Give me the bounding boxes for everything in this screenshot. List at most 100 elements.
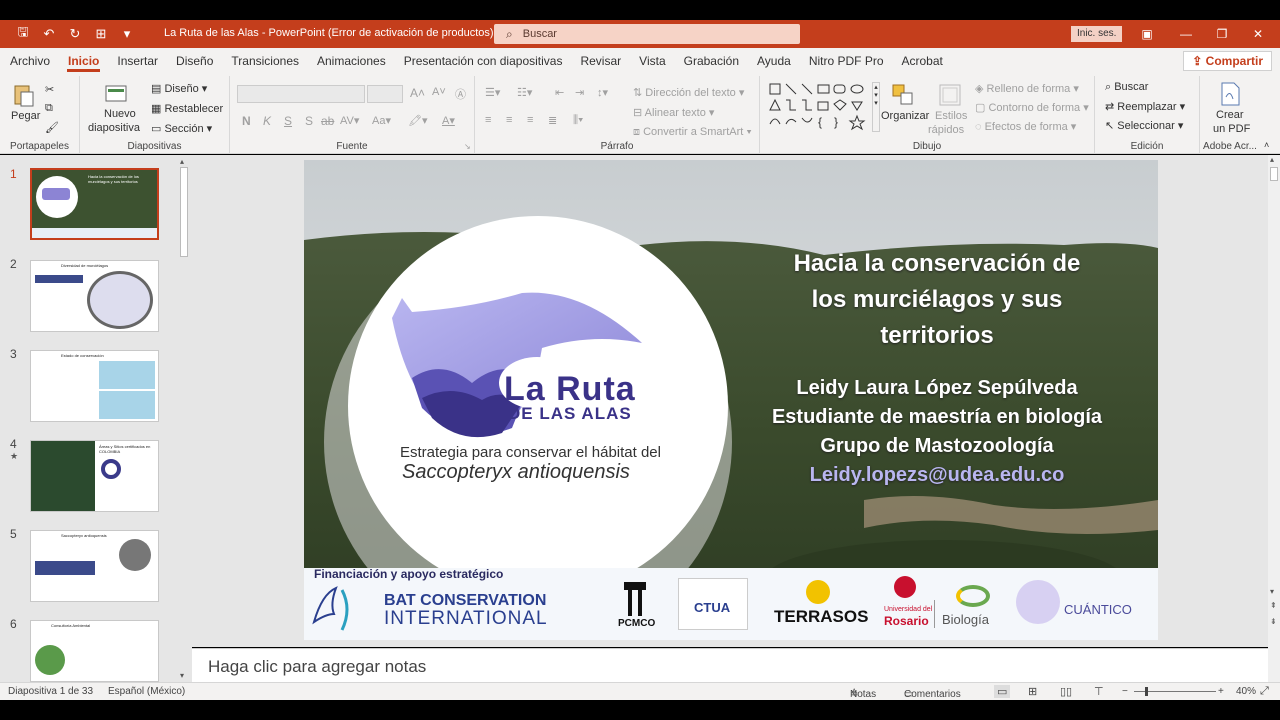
- align-right-icon[interactable]: ≡: [527, 114, 533, 126]
- paste-button[interactable]: Pegar: [11, 110, 40, 122]
- line-spacing-icon[interactable]: ↕▾: [597, 86, 608, 99]
- font-color-icon[interactable]: A▾: [442, 114, 455, 127]
- shape-outline-button[interactable]: ▢ Contorno de forma ▾: [975, 101, 1089, 114]
- scroll-thumb[interactable]: [1270, 167, 1278, 181]
- select-button[interactable]: ↖ Seleccionar ▾: [1105, 119, 1183, 132]
- tab-presentación-con-diapositivas[interactable]: Presentación con diapositivas: [395, 48, 572, 74]
- layout-button[interactable]: ▤ Diseño ▾: [151, 82, 207, 95]
- create-pdf-label-1[interactable]: Crear: [1216, 109, 1244, 121]
- font-size-select[interactable]: [367, 85, 403, 103]
- decrease-indent-icon[interactable]: ⇤: [555, 86, 564, 99]
- grow-font-icon[interactable]: A˄: [410, 86, 425, 100]
- reading-view-icon[interactable]: ▯▯: [1060, 685, 1072, 698]
- normal-view-icon[interactable]: ▭: [994, 685, 1011, 698]
- tab-diseño[interactable]: Diseño: [167, 48, 222, 74]
- search-box[interactable]: ⌕ Buscar: [494, 24, 800, 44]
- slide-thumbnail-6[interactable]: Consultoría Ambiental: [30, 620, 159, 682]
- zoom-level[interactable]: 40%: [1236, 686, 1256, 697]
- slideshow-icon[interactable]: ⊤: [1094, 685, 1104, 698]
- format-painter-icon[interactable]: 🖌: [45, 121, 59, 134]
- tab-grabación[interactable]: Grabación: [675, 48, 748, 74]
- slide-thumbnail-4[interactable]: Áreas y Sitios certificados en COLOMBIA: [30, 440, 159, 512]
- undo-icon[interactable]: ↶: [36, 20, 62, 48]
- strikethrough-icon[interactable]: ab: [321, 114, 334, 128]
- close-icon[interactable]: ✕: [1248, 24, 1268, 44]
- minimize-icon[interactable]: —: [1176, 24, 1196, 44]
- arrange-icon[interactable]: [890, 82, 916, 108]
- clear-format-icon[interactable]: Ⓐ: [455, 86, 466, 102]
- arrange-button[interactable]: Organizar: [881, 110, 929, 122]
- align-text-button[interactable]: ⊟ Alinear texto ▾: [633, 106, 714, 119]
- next-slide-icon[interactable]: ⇟: [1270, 617, 1277, 626]
- tab-nitro-pdf-pro[interactable]: Nitro PDF Pro: [800, 48, 893, 74]
- new-slide-label-1[interactable]: Nuevo: [104, 108, 136, 120]
- text-direction-button[interactable]: ⇅ Dirección del texto ▾: [633, 86, 744, 99]
- shadow-button[interactable]: S: [305, 114, 313, 128]
- slide-thumbnail-5[interactable]: Saccopteryx antioquensis: [30, 530, 159, 602]
- quick-styles-label-2[interactable]: rápidos: [928, 124, 964, 136]
- slide-thumbnail-3[interactable]: Estado de conservación: [30, 350, 159, 422]
- previous-slide-icon[interactable]: ⇞: [1270, 601, 1277, 610]
- editor-scrollbar[interactable]: ▴ ▾ ⇞ ⇟: [1268, 155, 1280, 682]
- tab-acrobat[interactable]: Acrobat: [893, 48, 952, 74]
- tab-transiciones[interactable]: Transiciones: [222, 48, 308, 74]
- highlight-icon[interactable]: 🖍▾: [408, 114, 428, 127]
- italic-button[interactable]: K: [263, 114, 271, 128]
- redo-icon[interactable]: ↻: [62, 20, 88, 48]
- align-center-icon[interactable]: ≡: [506, 114, 512, 126]
- language-indicator[interactable]: Español (México): [108, 686, 185, 697]
- scroll-up-icon[interactable]: ▴: [180, 157, 184, 166]
- align-left-icon[interactable]: ≡: [485, 114, 491, 126]
- create-pdf-label-2[interactable]: un PDF: [1213, 123, 1250, 135]
- columns-icon[interactable]: ⫼▾: [573, 114, 583, 127]
- justify-icon[interactable]: ≣: [548, 114, 557, 127]
- paste-icon[interactable]: [11, 82, 37, 108]
- dialog-launcher-icon[interactable]: ↘: [464, 142, 471, 151]
- notes-pane[interactable]: Haga clic para agregar notas: [192, 648, 1268, 682]
- ribbon-display-icon[interactable]: ▣: [1137, 24, 1157, 44]
- zoom-slider-thumb[interactable]: [1145, 687, 1148, 696]
- thumbnail-scrollbar[interactable]: ▴ ▾: [178, 157, 190, 680]
- tab-vista[interactable]: Vista: [630, 48, 674, 74]
- shape-effects-button[interactable]: ◌ Efectos de forma ▾: [975, 120, 1076, 133]
- spacing-icon[interactable]: AV▾: [340, 114, 359, 127]
- quick-styles-icon[interactable]: [937, 82, 963, 108]
- tab-insertar[interactable]: Insertar: [108, 48, 167, 74]
- collapse-ribbon-icon[interactable]: ˄: [1264, 140, 1269, 150]
- shapes-scroll-icon[interactable]: ▴ ▾ ▾: [872, 82, 880, 132]
- tab-ayuda[interactable]: Ayuda: [748, 48, 800, 74]
- present-icon[interactable]: ⊞: [88, 20, 114, 48]
- zoom-in-icon[interactable]: +: [1218, 686, 1224, 697]
- bold-button[interactable]: N: [242, 114, 251, 128]
- scroll-up-icon[interactable]: ▴: [1270, 155, 1274, 164]
- smartart-button[interactable]: ⧈ Convertir a SmartArt ▾: [633, 126, 752, 139]
- fit-to-window-icon[interactable]: ⤢: [1260, 685, 1269, 698]
- tab-revisar[interactable]: Revisar: [571, 48, 630, 74]
- quick-styles-label-1[interactable]: Estilos: [935, 110, 967, 122]
- bullets-icon[interactable]: ☰▾: [485, 86, 500, 99]
- customize-quick-access-icon[interactable]: ▾: [114, 20, 140, 48]
- scroll-down-icon[interactable]: ▾: [180, 671, 184, 680]
- increase-indent-icon[interactable]: ⇥: [575, 86, 584, 99]
- scroll-thumb[interactable]: [180, 167, 188, 257]
- scroll-down-icon[interactable]: ▾: [1270, 587, 1274, 596]
- find-button[interactable]: ⌕ Buscar: [1105, 81, 1148, 94]
- replace-button[interactable]: ⇄ Reemplazar ▾: [1105, 100, 1185, 113]
- shapes-gallery-icon[interactable]: {}: [768, 82, 870, 132]
- save-icon[interactable]: 🖫: [10, 20, 36, 48]
- change-case-button[interactable]: Aa▾: [372, 114, 391, 127]
- slide-sorter-icon[interactable]: ⊞: [1028, 685, 1037, 698]
- underline-button[interactable]: S: [284, 114, 292, 128]
- share-button[interactable]: ⇪ Compartir: [1183, 51, 1272, 71]
- slide-thumbnail-1[interactable]: Hacia la conservación de los murciélagos…: [29, 167, 160, 241]
- shrink-font-icon[interactable]: A˅: [432, 86, 446, 98]
- new-slide-icon[interactable]: [104, 81, 130, 107]
- restore-icon[interactable]: ❐: [1212, 24, 1232, 44]
- numbering-icon[interactable]: ☷▾: [517, 86, 532, 99]
- slide-thumbnail-2[interactable]: Diversidad de murciélagos: [30, 260, 159, 332]
- cut-icon[interactable]: ✂: [45, 83, 54, 96]
- zoom-out-icon[interactable]: −: [1122, 686, 1128, 697]
- tab-animaciones[interactable]: Animaciones: [308, 48, 395, 74]
- create-pdf-icon[interactable]: [1217, 81, 1243, 107]
- new-slide-label-2[interactable]: diapositiva: [88, 122, 140, 134]
